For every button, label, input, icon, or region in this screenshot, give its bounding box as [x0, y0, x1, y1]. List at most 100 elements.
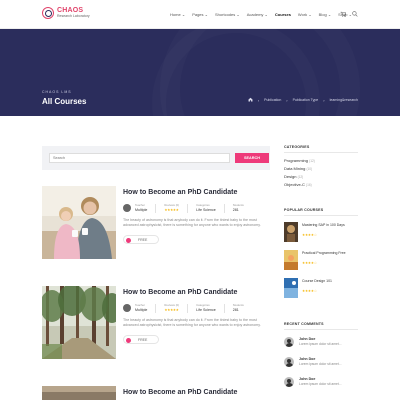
categories-heading: CATEGORIES	[284, 145, 310, 149]
nav-work[interactable]: Work ⌄	[298, 12, 312, 17]
site-logo[interactable]: CHAOS Research Laboratory	[42, 7, 90, 19]
category-item[interactable]: Design (12)	[284, 174, 303, 179]
home-icon[interactable]	[248, 97, 253, 103]
category-count: (12)	[309, 159, 315, 163]
popular-course-title: Mastering SAP in 100 Days	[302, 223, 345, 227]
avatar	[284, 357, 294, 367]
teacher-meta: Teacher Multiple	[135, 203, 147, 212]
nav-shortcodes[interactable]: Shortcodes ⌄	[215, 12, 240, 17]
heading-divider	[284, 215, 358, 216]
popular-course-title: Course Design 101	[302, 279, 332, 283]
cart-icon[interactable]	[340, 11, 347, 19]
teacher-label: Teacher	[135, 203, 145, 207]
rating-stars-icon: ★★★★★	[164, 208, 179, 212]
reviews-label: Reviews (0)	[164, 303, 180, 307]
category-count: (10)	[306, 167, 313, 171]
teacher-name[interactable]: Multiple	[135, 308, 147, 312]
popular-course-item[interactable]: Course Design 101 ★★★★☆	[284, 278, 358, 299]
price-icon	[126, 237, 131, 243]
course-thumbnail	[284, 278, 298, 298]
breadcrumb-item[interactable]: Publication Type	[293, 98, 319, 102]
page-title: All Courses	[42, 97, 87, 106]
popular-course-item[interactable]: Mastering SAP in 100 Days ★★★★☆	[284, 222, 358, 243]
nav-work-label: Work	[297, 12, 308, 17]
course-thumbnail[interactable]	[42, 186, 116, 259]
course-thumbnail	[284, 250, 298, 270]
nav-courses[interactable]: Courses	[275, 12, 291, 17]
meta-divider	[187, 204, 189, 213]
top-navigation-bar: CHAOS Research Laboratory Home ⌄ Pages ⌄…	[0, 0, 400, 29]
nav-academy-label: Academy	[246, 12, 264, 17]
nav-blog[interactable]: Blog ⌄	[319, 12, 332, 17]
logo-subtitle: Research Laboratory	[57, 14, 90, 19]
search-button[interactable]: SEARCH	[235, 153, 269, 163]
chevron-down-icon: ⌄	[308, 12, 312, 17]
page-banner: CHAOS LMS All Courses › Publication › Pu…	[0, 29, 400, 116]
rating-stars-icon: ★★★★★	[164, 308, 179, 312]
course-thumbnail	[284, 222, 298, 242]
comment-text: Lorem ipsum dolor sit amet...	[299, 382, 342, 386]
popular-courses-heading: POPULAR COURSES	[284, 208, 324, 212]
chevron-down-icon: ⌄	[181, 12, 186, 17]
nav-academy[interactable]: Academy ⌄	[247, 12, 268, 17]
nav-courses-label: Courses	[274, 12, 291, 17]
course-card: How to Become an PhD Candidate Teacher M…	[42, 186, 270, 271]
course-meta: Teacher Multiple Reviews (0) ★★★★★ Categ…	[123, 203, 252, 213]
search-input[interactable]	[49, 153, 230, 163]
comment-item[interactable]: John Doe Lorem ipsum dolor sit amet...	[284, 337, 358, 351]
comment-item[interactable]: John Doe Lorem ipsum dolor sit amet...	[284, 377, 358, 391]
category-name: Design	[284, 174, 297, 179]
price-label: FREE	[138, 338, 148, 342]
search-icon[interactable]	[352, 11, 358, 19]
teacher-meta: Teacher Multiple	[135, 303, 147, 312]
category-meta: Categories Life Science	[196, 203, 216, 212]
reviews-label: Reviews (0)	[164, 203, 180, 207]
mother-daughter-photo	[42, 186, 116, 259]
category-value[interactable]: Life Science	[196, 308, 216, 312]
comment-text: Lorem ipsum dolor sit amet...	[299, 362, 342, 366]
forest-path-photo	[42, 286, 116, 359]
avatar	[284, 377, 294, 387]
course-description: The beauty of astronomy is that anybody …	[123, 218, 261, 227]
avatar	[123, 304, 131, 312]
price-icon	[126, 337, 131, 343]
students-label: Students	[232, 203, 244, 207]
teacher-name[interactable]: Multiple	[135, 208, 147, 212]
nav-pages-label: Pages	[192, 12, 204, 17]
rating-stars-icon: ★★★★☆	[302, 261, 317, 265]
nav-home[interactable]: Home ⌄	[170, 12, 185, 17]
course-meta: Teacher Multiple Reviews (0) ★★★★★ Categ…	[123, 303, 252, 313]
meta-divider	[223, 204, 225, 213]
category-item[interactable]: Objective-C (16)	[284, 182, 312, 187]
breadcrumb-separator-icon: ›	[286, 97, 288, 103]
category-label: Categories	[196, 303, 210, 307]
meta-divider	[223, 304, 225, 313]
teacher-label: Teacher	[135, 303, 145, 307]
nav-blog-label: Blog	[318, 12, 327, 17]
price-badge[interactable]: FREE	[123, 335, 159, 344]
course-title[interactable]: How to Become an PhD Candidate	[123, 289, 237, 296]
popular-course-title: Practical Programming Free	[302, 251, 346, 255]
avatar	[284, 337, 294, 347]
breadcrumb-item[interactable]: Publication	[264, 98, 281, 102]
reviews-meta: Reviews (0) ★★★★★	[164, 203, 179, 212]
nav-pages[interactable]: Pages ⌄	[192, 12, 208, 17]
course-description: The beauty of astronomy is that anybody …	[123, 318, 261, 327]
logo-title: CHAOS	[57, 7, 84, 15]
students-count: 281	[232, 208, 239, 212]
course-title[interactable]: How to Become an PhD Candidate	[123, 389, 237, 396]
rating-stars-icon: ★★★★☆	[302, 233, 317, 237]
popular-course-item[interactable]: Practical Programming Free ★★★★☆	[284, 250, 358, 271]
course-thumbnail[interactable]	[42, 386, 116, 400]
heading-divider	[284, 152, 358, 153]
comment-item[interactable]: John Doe Lorem ipsum dolor sit amet...	[284, 357, 358, 371]
meta-divider	[155, 204, 157, 213]
course-thumbnail[interactable]	[42, 286, 116, 359]
price-badge[interactable]: FREE	[123, 235, 159, 244]
category-value[interactable]: Life Science	[196, 208, 216, 212]
category-item[interactable]: Data Mining (10)	[284, 166, 312, 171]
category-item[interactable]: Programming (12)	[284, 158, 315, 163]
course-title[interactable]: How to Become an PhD Candidate	[123, 189, 237, 196]
heading-divider	[284, 329, 358, 330]
students-count: 281	[232, 308, 239, 312]
